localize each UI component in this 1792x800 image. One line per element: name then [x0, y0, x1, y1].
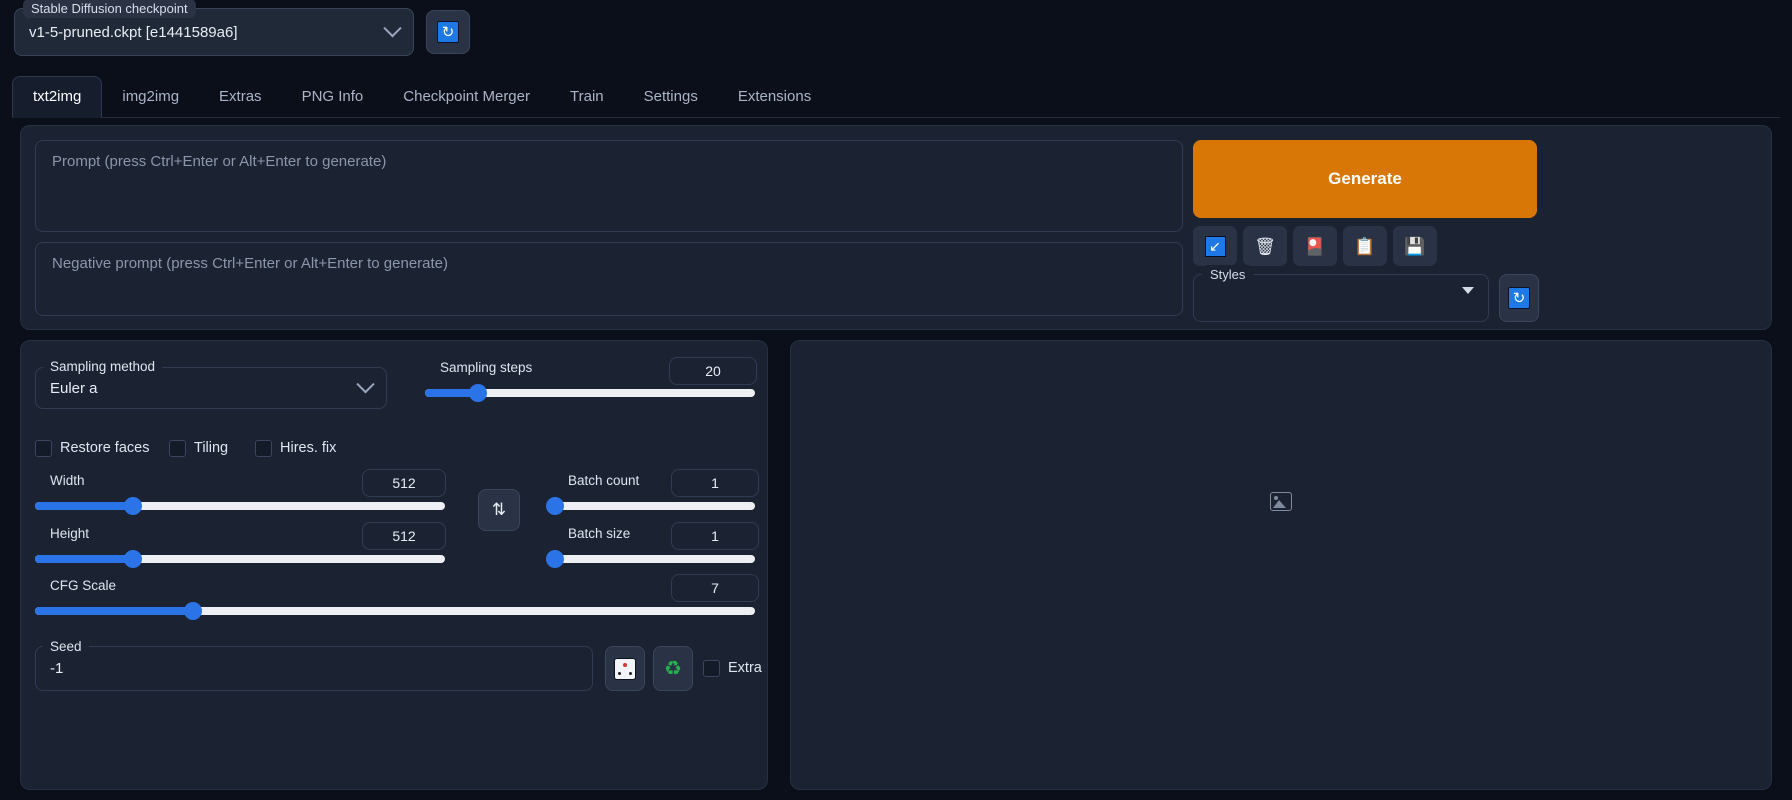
batch-count-slider[interactable] [555, 502, 755, 510]
restore-faces-checkbox[interactable] [35, 440, 52, 457]
seed-input[interactable]: -1 [35, 646, 593, 691]
width-value[interactable]: 512 [362, 469, 446, 497]
batch-count-label: Batch count [561, 471, 646, 490]
restore-faces-label: Restore faces [60, 440, 149, 456]
settings-panel: Sampling method Euler a Sampling steps 2… [20, 340, 768, 790]
sampling-steps-label: Sampling steps [433, 358, 539, 377]
sampling-method-value: Euler a [50, 380, 359, 397]
styles-label: Styles [1202, 265, 1253, 284]
slider-fill [35, 607, 193, 615]
slider-knob[interactable] [546, 550, 564, 568]
checkpoint-label: Stable Diffusion checkpoint [23, 0, 196, 18]
slider-knob[interactable] [469, 384, 487, 402]
prompt-tool-row: ↙ 🗑 🎴 📋 💾 [1193, 226, 1437, 266]
generate-button[interactable]: Generate [1193, 140, 1537, 218]
refresh-icon: ↻ [437, 21, 459, 43]
negative-prompt-input[interactable]: Negative prompt (press Ctrl+Enter or Alt… [35, 242, 1183, 316]
chevron-down-icon [356, 375, 374, 393]
tab-train[interactable]: Train [550, 77, 624, 117]
show-extra-networks-button[interactable]: 🎴 [1293, 226, 1337, 266]
tab-extensions[interactable]: Extensions [718, 77, 831, 117]
tab-txt2img[interactable]: txt2img [12, 76, 102, 118]
slider-knob[interactable] [184, 602, 202, 620]
save-style-floppy-icon: 💾 [1404, 238, 1425, 255]
batch-size-label: Batch size [561, 524, 637, 543]
clear-prompt-button[interactable]: 🗑 [1243, 226, 1287, 266]
hires-fix-checkbox[interactable] [255, 440, 272, 457]
width-slider[interactable] [35, 502, 445, 510]
tab-extras[interactable]: Extras [199, 77, 282, 117]
swap-arrows-icon: ⇅ [492, 500, 506, 520]
tab-img2img[interactable]: img2img [102, 77, 199, 117]
height-value[interactable]: 512 [362, 522, 446, 550]
tab-png-info[interactable]: PNG Info [282, 77, 384, 117]
batch-size-value[interactable]: 1 [671, 522, 759, 550]
stable-diffusion-webui: Stable Diffusion checkpoint v1-5-pruned.… [0, 0, 1792, 800]
prompt-input[interactable]: Prompt (press Ctrl+Enter or Alt+Enter to… [35, 140, 1183, 232]
batch-count-value[interactable]: 1 [671, 469, 759, 497]
clear-prompt-trash-icon: 🗑 [1254, 238, 1276, 255]
caret-down-icon [1462, 287, 1474, 294]
seed-label: Seed [43, 637, 89, 656]
refresh-icon: ↻ [1508, 287, 1530, 309]
cfg-scale-label: CFG Scale [43, 576, 123, 595]
output-panel [790, 340, 1772, 790]
sampling-steps-value[interactable]: 20 [669, 357, 757, 385]
checkpoint-row: Stable Diffusion checkpoint v1-5-pruned.… [14, 8, 470, 56]
sampling-method-label: Sampling method [43, 357, 162, 376]
apply-style-clipboard-icon: 📋 [1354, 238, 1375, 255]
tab-settings[interactable]: Settings [624, 77, 718, 117]
image-placeholder-icon [1270, 492, 1292, 511]
checkpoint-value: v1-5-pruned.ckpt [e1441589a6] [29, 24, 386, 41]
slider-fill [35, 502, 133, 510]
cfg-scale-slider[interactable] [35, 607, 755, 615]
restore-progress-icon: ↙ [1205, 236, 1226, 257]
swap-width-height-button[interactable]: ⇅ [478, 489, 520, 531]
recycle-icon: ♻ [664, 659, 682, 679]
batch-size-slider[interactable] [555, 555, 755, 563]
tiling-label: Tiling [194, 440, 228, 456]
hires-fix-label: Hires. fix [280, 440, 336, 456]
chevron-down-icon [383, 19, 401, 37]
tab-checkpoint-merger[interactable]: Checkpoint Merger [383, 77, 550, 117]
tiling-checkbox[interactable] [169, 440, 186, 457]
prompt-panel: Prompt (press Ctrl+Enter or Alt+Enter to… [20, 125, 1772, 330]
reuse-seed-button[interactable]: ♻ [653, 646, 693, 691]
refresh-styles-button[interactable]: ↻ [1499, 274, 1539, 322]
save-style-button[interactable]: 💾 [1393, 226, 1437, 266]
slider-knob[interactable] [124, 497, 142, 515]
styles-field: Styles [1193, 274, 1489, 322]
height-slider[interactable] [35, 555, 445, 563]
random-seed-button[interactable] [605, 646, 645, 691]
cfg-scale-value[interactable]: 7 [671, 574, 759, 602]
refresh-checkpoints-button[interactable]: ↻ [426, 10, 470, 54]
main-tabbar: txt2img img2img Extras PNG Info Checkpoi… [12, 74, 1780, 118]
width-label: Width [43, 471, 92, 490]
dice-icon [614, 658, 636, 680]
extra-seed-checkbox[interactable] [703, 660, 720, 677]
checkpoint-field: Stable Diffusion checkpoint v1-5-pruned.… [14, 8, 414, 56]
slider-fill [35, 555, 133, 563]
sampling-steps-slider[interactable] [425, 389, 755, 397]
slider-knob[interactable] [546, 497, 564, 515]
extra-seed-label: Extra [728, 660, 762, 676]
height-label: Height [43, 524, 96, 543]
slider-knob[interactable] [124, 550, 142, 568]
apply-style-button[interactable]: 📋 [1343, 226, 1387, 266]
restore-progress-button[interactable]: ↙ [1193, 226, 1237, 266]
show-extra-networks-icon: 🎴 [1304, 238, 1325, 255]
